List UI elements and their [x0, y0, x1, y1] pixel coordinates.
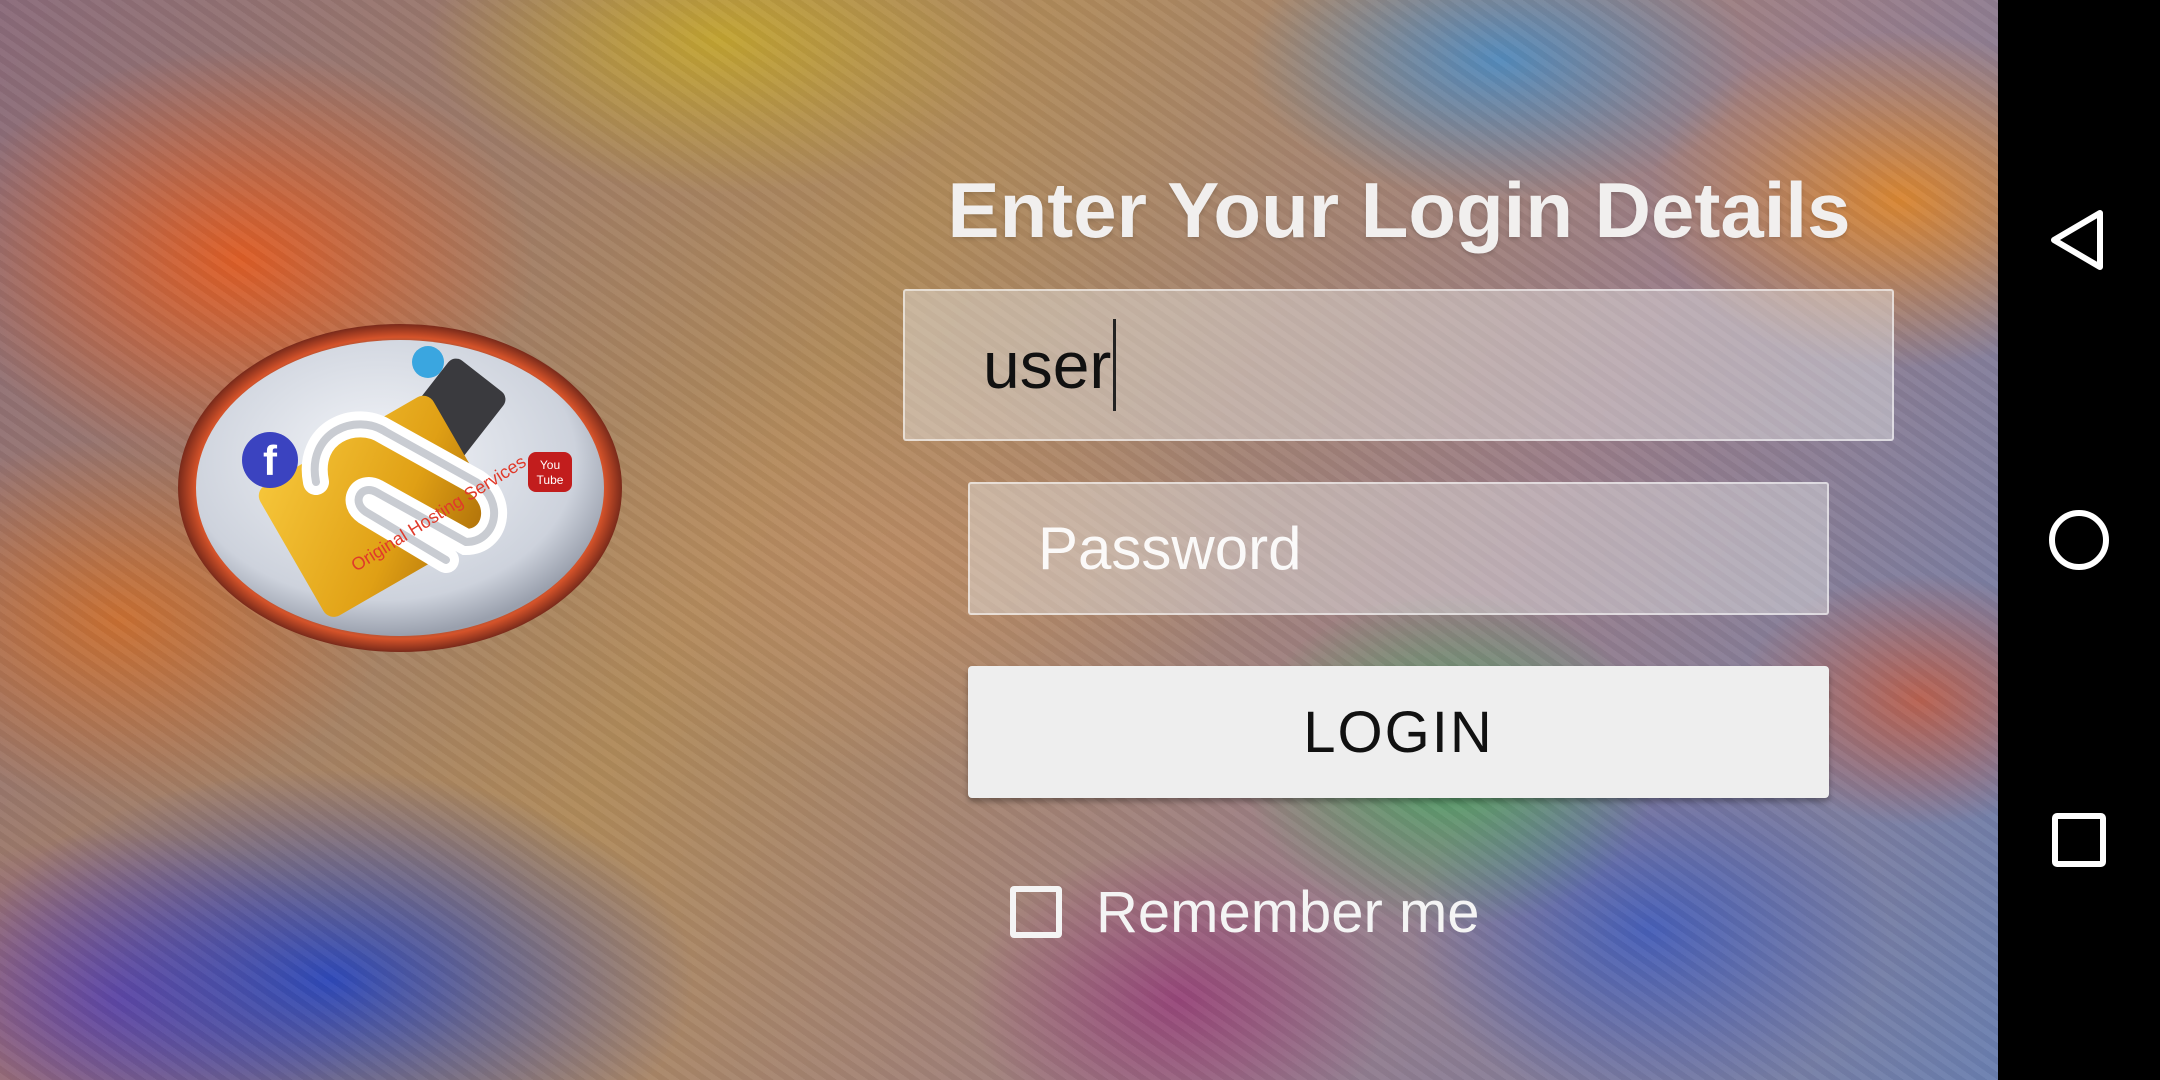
recents-icon: [2052, 813, 2106, 867]
text-caret: [1113, 319, 1117, 411]
navigation-bar: [1998, 0, 2160, 1080]
svg-text:Tube: Tube: [537, 473, 564, 487]
username-value: user: [983, 328, 1112, 402]
login-button[interactable]: LOGIN: [968, 666, 1829, 798]
remember-me-label[interactable]: Remember me: [1096, 879, 1480, 946]
back-button[interactable]: [2034, 195, 2124, 285]
login-heading: Enter Your Login Details: [947, 166, 1851, 254]
home-icon: [2049, 510, 2109, 570]
password-input[interactable]: Password: [968, 482, 1829, 615]
password-placeholder: Password: [1038, 515, 1302, 582]
back-icon: [2051, 210, 2103, 270]
svg-text:f: f: [263, 437, 278, 484]
username-input[interactable]: user: [903, 289, 1894, 441]
svg-text:You: You: [540, 458, 560, 472]
app-logo: f You Tube Original Hosting Services: [176, 322, 624, 654]
recents-button[interactable]: [2034, 795, 2124, 885]
home-button[interactable]: [2034, 495, 2124, 585]
remember-me-checkbox[interactable]: [1010, 886, 1062, 938]
login-screen: f You Tube Original Hosting Services Ent…: [0, 0, 2160, 1080]
remember-me-row[interactable]: Remember me: [1010, 872, 1480, 952]
